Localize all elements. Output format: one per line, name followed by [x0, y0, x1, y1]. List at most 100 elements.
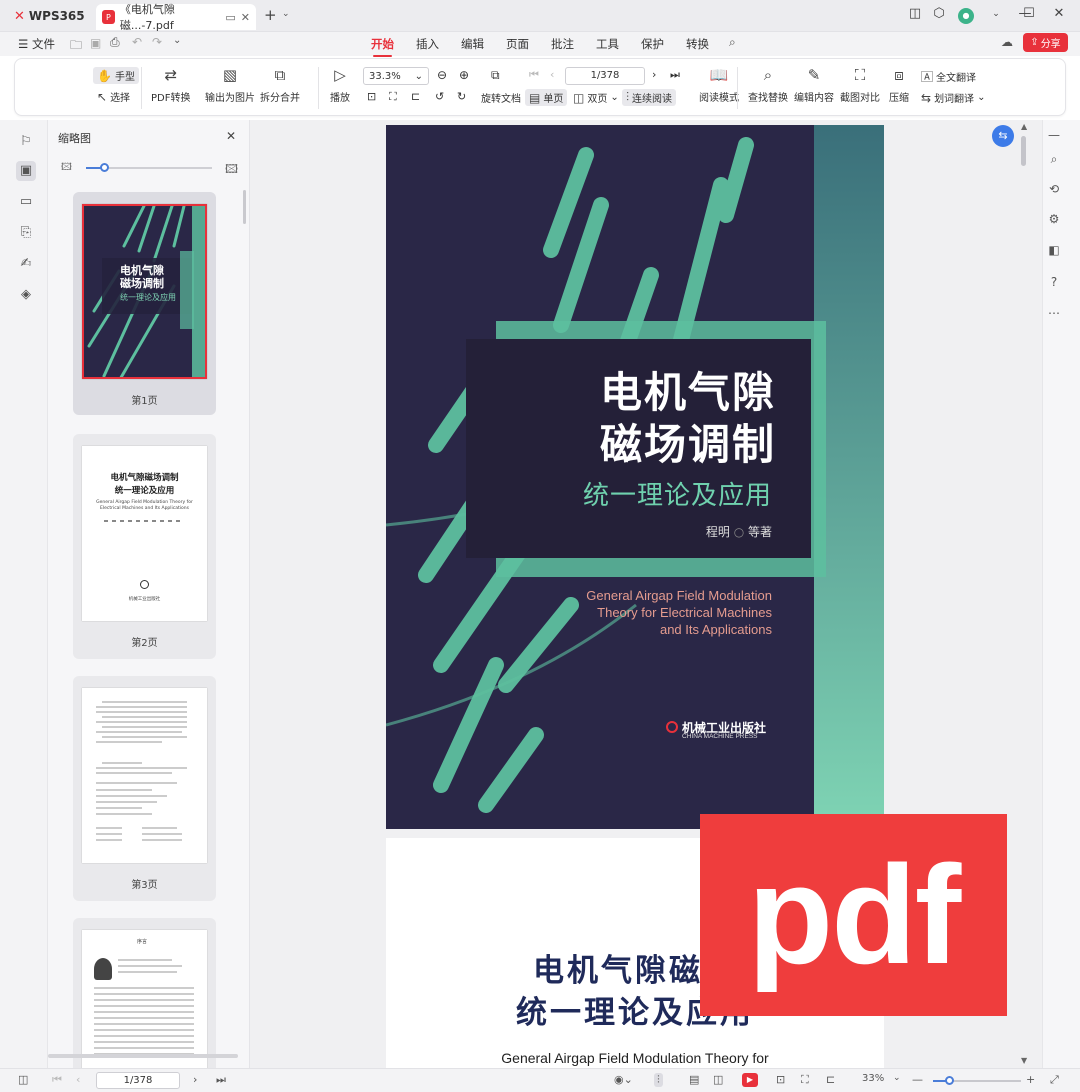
- continuous-read-button[interactable]: ⫶ 连续阅读: [622, 89, 677, 106]
- bookmark-icon[interactable]: ⚐: [16, 132, 36, 152]
- zoom-in-icon[interactable]: ⊕: [459, 68, 469, 82]
- read-mode-button[interactable]: 📖 阅读模式: [699, 67, 739, 104]
- first-page-icon[interactable]: ⏮: [52, 1073, 62, 1087]
- open-folder-icon[interactable]: 🗀: [70, 36, 82, 57]
- thumbnail-card-4[interactable]: 序言: [73, 918, 216, 1068]
- cube-icon[interactable]: ⬡: [927, 6, 951, 21]
- prev-page-icon[interactable]: ‹: [550, 68, 554, 81]
- hand-tool-button[interactable]: ✋ 手型: [93, 67, 139, 84]
- avatar[interactable]: ●: [958, 8, 974, 24]
- full-translate-button[interactable]: 🄰 全文翻译: [921, 68, 976, 85]
- screenshot-compare-button[interactable]: ⛶ 截图对比: [840, 67, 880, 104]
- play-icon[interactable]: ▶: [742, 1073, 758, 1087]
- close-panel-icon[interactable]: ✕: [226, 129, 236, 143]
- scroll-up-icon[interactable]: ▲: [1021, 122, 1027, 131]
- eye-protect-icon[interactable]: ◉⌄: [614, 1073, 633, 1086]
- quick-access-chevron-icon[interactable]: ⌄: [173, 35, 181, 46]
- tab-annotate[interactable]: 批注: [551, 36, 574, 52]
- last-page-icon[interactable]: ⏭: [670, 68, 680, 82]
- word-translate-button[interactable]: ⇆ 划词翻译 ⌄: [921, 90, 985, 106]
- split-merge-button[interactable]: ⧉ 拆分合并: [260, 67, 300, 104]
- help-icon[interactable]: ?: [1045, 275, 1063, 293]
- first-page-icon[interactable]: ⏮: [529, 68, 539, 82]
- tab-protect[interactable]: 保护: [641, 36, 664, 52]
- tab-page[interactable]: 页面: [506, 36, 529, 52]
- document-tab[interactable]: P 《电机气隙磁...-7.pdf ▭ ✕: [96, 3, 256, 32]
- edit-content-button[interactable]: ✎ 编辑内容: [794, 67, 834, 104]
- floating-translate-icon[interactable]: ⇆: [992, 125, 1014, 147]
- find-replace-button[interactable]: ⌕ 查找替换: [748, 67, 788, 104]
- thumbnail-card-3[interactable]: 第3页: [73, 676, 216, 901]
- single-page-button[interactable]: ▤ 单页: [525, 89, 568, 106]
- zoom-select[interactable]: 33.3% ⌄: [363, 67, 429, 85]
- redo-icon[interactable]: ↷: [152, 35, 162, 49]
- zoom-in-icon[interactable]: +: [1026, 1073, 1035, 1086]
- document-scrollbar[interactable]: [1021, 136, 1026, 166]
- restore-icon[interactable]: ☐: [1017, 6, 1041, 21]
- rotate-doc-button[interactable]: 旋转文档: [481, 90, 521, 105]
- fit-width-icon[interactable]: ⊏: [411, 90, 420, 103]
- tab-tools[interactable]: 工具: [596, 36, 619, 52]
- play-button[interactable]: ▷ 播放: [330, 67, 350, 104]
- close-tab-icon[interactable]: ✕: [241, 11, 250, 24]
- next-page-icon[interactable]: ›: [193, 1073, 197, 1086]
- panel-scrollbar[interactable]: [243, 190, 246, 224]
- fit-page-icon[interactable]: ⊡: [776, 1073, 785, 1086]
- export-image-button[interactable]: ▧ 输出为图片: [205, 67, 255, 104]
- tab-start[interactable]: 开始: [371, 36, 394, 57]
- last-page-icon[interactable]: ⏭: [216, 1073, 226, 1087]
- signature-icon[interactable]: ✍: [16, 254, 36, 274]
- single-view-icon[interactable]: ▤: [689, 1073, 699, 1086]
- next-page-icon[interactable]: ›: [652, 68, 656, 81]
- rotate-right-icon[interactable]: ↻: [457, 90, 466, 103]
- undo-icon[interactable]: ↶: [132, 35, 142, 49]
- collapse-icon[interactable]: —: [1045, 128, 1063, 146]
- double-page-button[interactable]: ◫ 双页 ⌄: [573, 90, 619, 106]
- thumbnail-icon[interactable]: ▣: [16, 161, 36, 181]
- tab-edit[interactable]: 编辑: [461, 36, 484, 52]
- search-icon[interactable]: ⌕: [1045, 152, 1063, 170]
- wps-home-tab[interactable]: ✕ WPS365: [14, 5, 85, 27]
- account-chevron-icon[interactable]: ⌄: [984, 9, 1008, 19]
- large-thumb-icon[interactable]: 🖾: [225, 160, 238, 181]
- small-thumb-icon[interactable]: 🖾: [61, 160, 72, 177]
- search-icon[interactable]: ⌕: [729, 35, 736, 50]
- new-tab-button[interactable]: +: [264, 6, 277, 24]
- double-view-icon[interactable]: ◫: [713, 1073, 723, 1086]
- zoom-chevron-icon[interactable]: ⌄: [893, 1073, 901, 1083]
- rotate-left-icon[interactable]: ↺: [435, 90, 444, 103]
- attachment-icon[interactable]: ⎘: [16, 223, 36, 243]
- pin-icon[interactable]: ▭: [225, 11, 235, 24]
- thumbnail-card-2[interactable]: 电机气隙磁场调制 统一理论及应用 General Airgap Field Mo…: [73, 434, 216, 659]
- tab-list-chevron-icon[interactable]: ⌄: [282, 9, 290, 19]
- select-tool-button[interactable]: ↖ 选择: [97, 89, 130, 105]
- scroll-down-icon[interactable]: ▼: [1021, 1056, 1027, 1065]
- zoom-slider-handle[interactable]: [945, 1076, 954, 1085]
- fit-width-icon[interactable]: ⊏: [826, 1073, 835, 1086]
- fit-page-icon[interactable]: ⛶: [389, 90, 397, 104]
- status-page-input[interactable]: 1/378: [96, 1072, 180, 1089]
- layout-icon[interactable]: ◫: [903, 6, 927, 21]
- cloud-icon[interactable]: ☁: [1001, 35, 1013, 49]
- adjust-icon[interactable]: ⚙: [1045, 212, 1063, 230]
- continuous-view-icon[interactable]: ⫶: [654, 1073, 663, 1087]
- fit-icon[interactable]: ⧉: [491, 68, 500, 83]
- comment-icon[interactable]: ▭: [16, 192, 36, 212]
- thumbnail-card-1[interactable]: 电机气隙 磁场调制 统一理论及应用 第1页: [73, 192, 216, 415]
- zoom-out-icon[interactable]: —: [912, 1073, 923, 1086]
- actual-size-icon[interactable]: ⊡: [367, 90, 376, 103]
- zoom-out-icon[interactable]: ⊖: [437, 68, 447, 82]
- tab-convert[interactable]: 转换: [686, 36, 709, 52]
- translate-cycle-icon[interactable]: ⟲: [1045, 182, 1063, 200]
- sidebar-toggle-icon[interactable]: ◫: [18, 1073, 28, 1086]
- file-menu[interactable]: ☰ 文件: [18, 36, 55, 52]
- close-window-icon[interactable]: ✕: [1047, 6, 1071, 21]
- share-button[interactable]: ⇪ 分享: [1023, 33, 1068, 52]
- status-zoom-value[interactable]: 33%: [862, 1073, 884, 1084]
- save-icon[interactable]: ▣: [90, 36, 101, 50]
- thumb-size-slider-handle[interactable]: [100, 163, 109, 172]
- actual-size-icon[interactable]: ⛶: [801, 1073, 809, 1087]
- fullscreen-icon[interactable]: ⤢: [1050, 1073, 1059, 1087]
- more-icon[interactable]: ⋯: [1045, 306, 1063, 324]
- reader-icon[interactable]: ◧: [1045, 243, 1063, 261]
